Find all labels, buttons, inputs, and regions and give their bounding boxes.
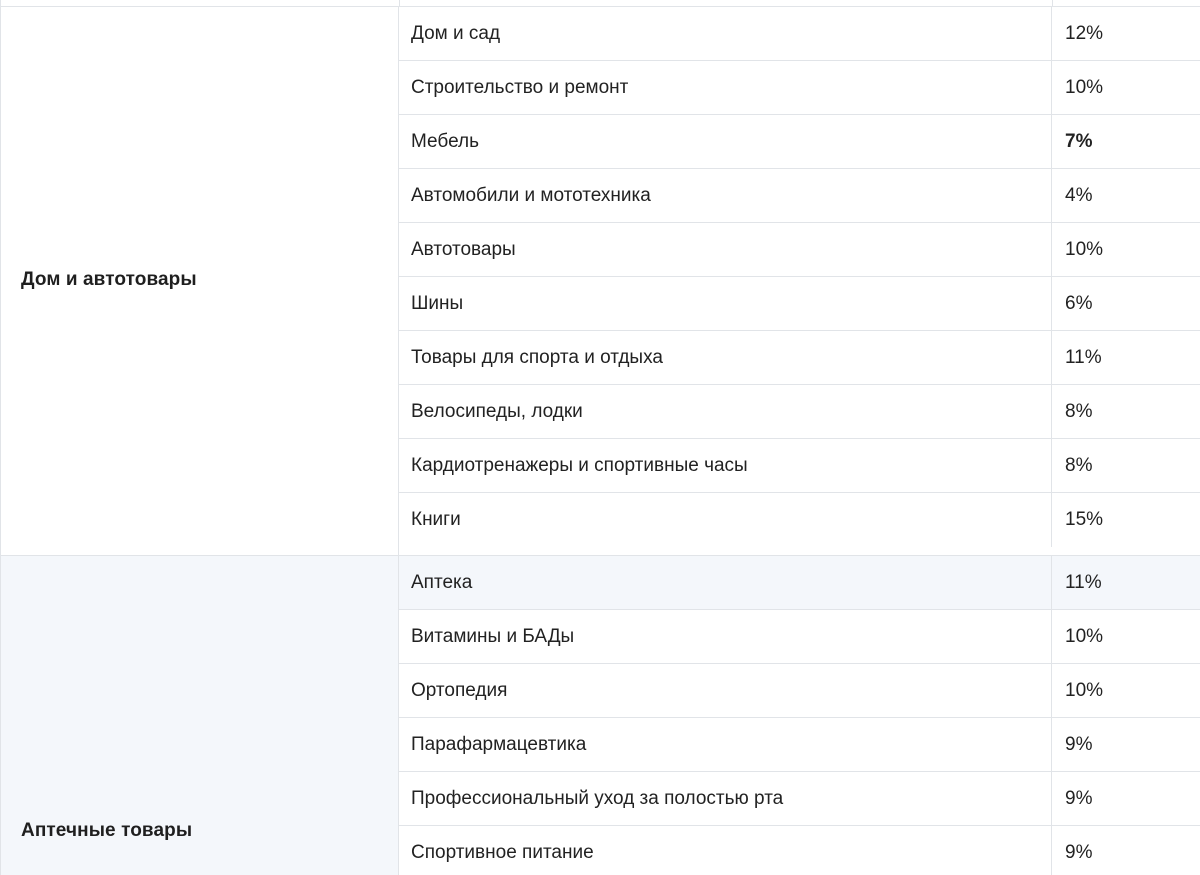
category-cell: Книги [399, 493, 1052, 547]
percent-cell: 9% [1065, 734, 1093, 755]
table-row: Спортивное питание 9% [399, 826, 1200, 875]
percent-cell: 10% [1065, 77, 1104, 98]
category-cell: Профессиональный уход за полостью рта [399, 772, 1052, 826]
percent-cell: 11% [1065, 347, 1102, 368]
group-label-cell: Аптечные товары [1, 556, 399, 875]
category-cell: Автотовары [399, 223, 1052, 277]
category-cell: Ортопедия [399, 664, 1052, 718]
group-label: Аптечные товары [21, 820, 193, 841]
table-row: Велосипеды, лодки 8% [399, 385, 1200, 439]
table-row: Строительство и ремонт 10% [399, 61, 1200, 115]
table-row: Автомобили и мототехника 4% [399, 169, 1200, 223]
table-row: Витамины и БАДы 10% [399, 610, 1200, 664]
category-cell: Автомобили и мототехника [399, 169, 1052, 223]
table-row: Дом и сад 12% [399, 7, 1200, 61]
category-cell: Строительство и ремонт [399, 61, 1052, 115]
group-rows: Дом и сад 12% Строительство и ремонт 10% М… [399, 7, 1200, 547]
table-row: Автотовары 10% [399, 223, 1200, 277]
table-row: Товары для спорта и отдыха 11% [399, 331, 1200, 385]
category-cell: Шины [399, 277, 1052, 331]
percent-cell: 8% [1065, 401, 1093, 422]
category-cell: Спортивное питание [399, 826, 1052, 875]
percent-cell: 9% [1065, 788, 1093, 809]
group-rows: Аптека 11% Витамины и БАДы 10% Ортопедия 10… [399, 556, 1200, 875]
category-cell: Мебель [399, 115, 1052, 169]
group-home-auto: Дом и автотовары Дом и сад 12% Строительс… [1, 6, 1200, 555]
percent-cell: 8% [1065, 455, 1093, 476]
table-row: Аптека 11% [399, 556, 1200, 610]
percent-cell: 10% [1065, 680, 1104, 701]
group-label: Дом и автотовары [21, 269, 197, 290]
category-cell: Витамины и БАДы [399, 610, 1052, 664]
percent-cell: 10% [1065, 626, 1104, 647]
percent-cell: 7% [1065, 131, 1093, 152]
category-cell: Парафармацевтика [399, 718, 1052, 772]
percent-cell: 10% [1065, 239, 1104, 260]
table-row: Профессиональный уход за полостью рта 9% [399, 772, 1200, 826]
category-cell: Дом и сад [399, 7, 1052, 61]
percent-cell: 12% [1065, 23, 1104, 44]
percent-cell: 9% [1065, 842, 1093, 863]
table-row: Шины 6% [399, 277, 1200, 331]
table-row: Парафармацевтика 9% [399, 718, 1200, 772]
percent-cell: 15% [1065, 509, 1104, 530]
table-row: Ортопедия 10% [399, 664, 1200, 718]
category-cell: Велосипеды, лодки [399, 385, 1052, 439]
commission-table: Дом и автотовары Дом и сад 12% Строительс… [0, 0, 1200, 875]
table-row: Мебель 7% [399, 115, 1200, 169]
table-row: Кардиотренажеры и спортивные часы 8% [399, 439, 1200, 493]
percent-cell: 4% [1065, 185, 1093, 206]
group-label-cell: Дом и автотовары [1, 7, 399, 555]
percent-cell: 6% [1065, 293, 1093, 314]
category-cell: Товары для спорта и отдыха [399, 331, 1052, 385]
category-cell: Аптека [399, 556, 1052, 610]
category-cell: Кардиотренажеры и спортивные часы [399, 439, 1052, 493]
group-pharmacy: Аптечные товары Аптека 11% Витамины и БАД… [1, 555, 1200, 875]
percent-cell: 11% [1065, 572, 1102, 593]
table-row: Книги 15% [399, 493, 1200, 547]
